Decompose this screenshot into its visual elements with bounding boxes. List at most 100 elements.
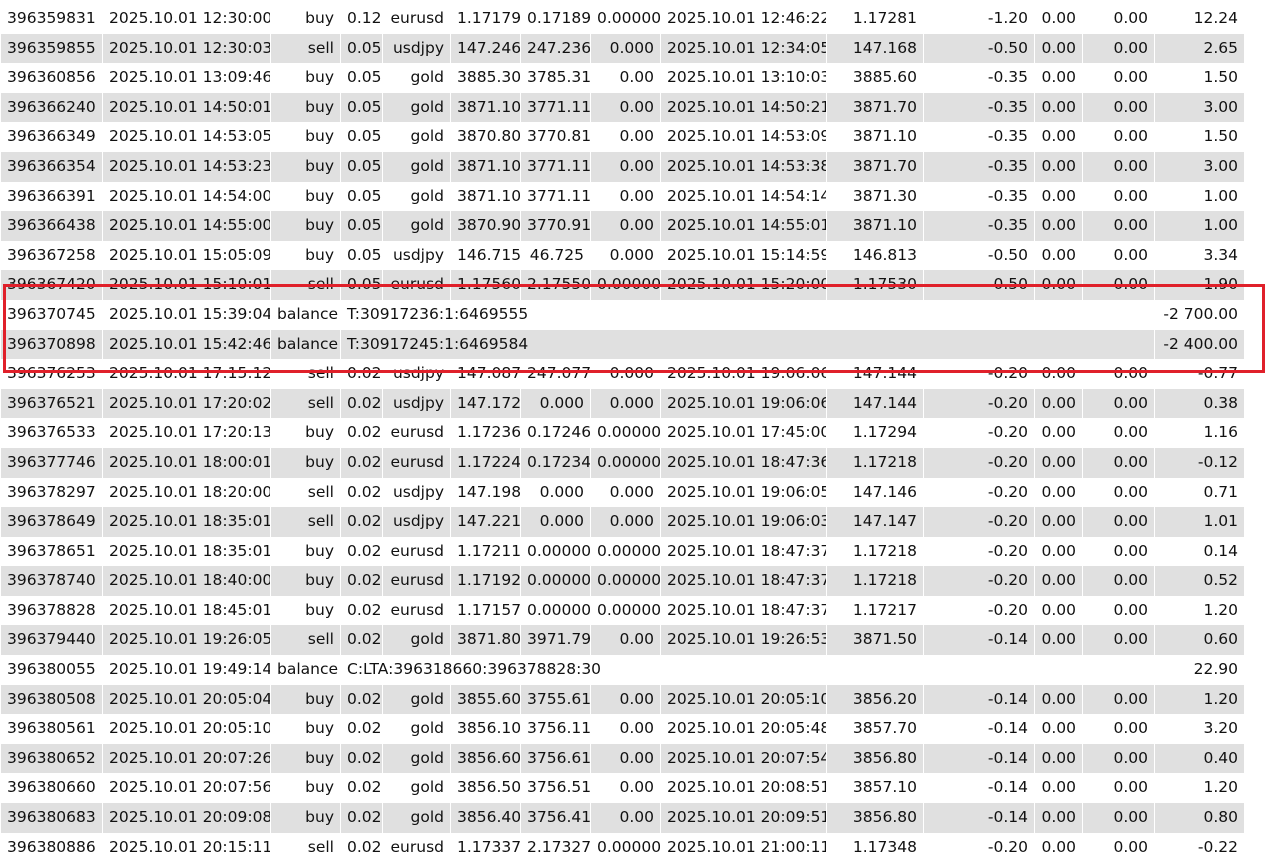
- trade-row[interactable]: 396378740 2025.10.01 18:40:00 buy 0.02 eurus…: [0, 566, 1244, 596]
- commission-cell: -0.35: [923, 151, 1034, 182]
- swap-cell: 0.00: [1082, 595, 1154, 626]
- swap-cell: 0.00: [1082, 270, 1154, 300]
- trade-row[interactable]: 396380561 2025.10.01 20:05:10 buy 0.02 gold 3…: [0, 714, 1244, 744]
- taxes-cell: 0.00: [1034, 803, 1082, 833]
- balance-row[interactable]: 396370745 2025.10.01 15:39:04 balance T:309…: [0, 299, 1244, 330]
- swap-cell: 0.00: [1082, 181, 1154, 212]
- trade-row[interactable]: 396366349 2025.10.01 14:53:05 buy 0.05 gold 3…: [0, 122, 1244, 152]
- volume-cell: 0.02: [340, 773, 382, 804]
- profit-cell: 0.14: [1154, 536, 1244, 567]
- symbol-cell: gold: [382, 151, 450, 182]
- close-price-cell: 1.17294: [826, 418, 923, 448]
- close-time-cell: 2025.10.01 20:08:51: [660, 773, 826, 804]
- open-time-cell: 2025.10.01 18:40:00: [102, 566, 270, 596]
- price-cell: 1.17337: [450, 832, 520, 862]
- open-time-cell: 2025.10.01 19:49:14: [102, 655, 270, 685]
- profit-cell: 12.24: [1154, 4, 1244, 34]
- type-cell: buy: [270, 211, 340, 241]
- price-cell: 1.17211: [450, 536, 520, 567]
- price-cell: 3871.10: [450, 151, 520, 182]
- trade-row[interactable]: 396367420 2025.10.01 15:10:01 sell 0.05 euru…: [0, 270, 1244, 300]
- ticket-cell: 396359855: [0, 33, 102, 64]
- trade-history-panel[interactable]: 396359831 2025.10.01 12:30:00 buy 0.12 eurus…: [0, 4, 1279, 862]
- open-time-cell: 2025.10.01 17:15:12: [102, 359, 270, 389]
- ticket-cell: 396376521: [0, 388, 102, 419]
- trade-row[interactable]: 396380652 2025.10.01 20:07:26 buy 0.02 gold 3…: [0, 743, 1244, 774]
- trade-row[interactable]: 396366354 2025.10.01 14:53:23 buy 0.05 gold 3…: [0, 151, 1244, 182]
- trade-row[interactable]: 396378651 2025.10.01 18:35:01 buy 0.02 eurus…: [0, 536, 1244, 567]
- tp-cell: 0.00: [590, 803, 660, 833]
- trade-row[interactable]: 396359831 2025.10.01 12:30:00 buy 0.12 eurus…: [0, 4, 1244, 34]
- swap-cell: 0.00: [1082, 359, 1154, 389]
- sl-cell: 2.17550: [520, 270, 590, 300]
- open-time-cell: 2025.10.01 12:30:03: [102, 33, 270, 64]
- trade-row[interactable]: 396360856 2025.10.01 13:09:46 buy 0.05 gold 3…: [0, 63, 1244, 93]
- tp-cell: 0.00000: [590, 832, 660, 862]
- tp-cell: 0.000: [590, 507, 660, 537]
- swap-cell: 0.00: [1082, 773, 1154, 804]
- commission-cell: -0.35: [923, 211, 1034, 241]
- trade-row[interactable]: 396376533 2025.10.01 17:20:13 buy 0.02 eurus…: [0, 418, 1244, 448]
- trade-row[interactable]: 396379440 2025.10.01 19:26:05 sell 0.02 gold…: [0, 625, 1244, 656]
- trade-row[interactable]: 396378297 2025.10.01 18:20:00 sell 0.02 usdj…: [0, 477, 1244, 508]
- profit-cell: 3.00: [1154, 92, 1244, 123]
- close-price-cell: 3871.10: [826, 211, 923, 241]
- trade-row[interactable]: 396366391 2025.10.01 14:54:00 buy 0.05 gold 3…: [0, 181, 1244, 212]
- type-cell: balance: [270, 329, 340, 360]
- profit-cell: 1.00: [1154, 181, 1244, 212]
- close-time-cell: 2025.10.01 18:47:37: [660, 536, 826, 567]
- symbol-cell: gold: [382, 684, 450, 715]
- trade-row[interactable]: 396376253 2025.10.01 17:15:12 sell 0.02 usdj…: [0, 359, 1244, 389]
- trade-row[interactable]: 396378649 2025.10.01 18:35:01 sell 0.02 usdj…: [0, 507, 1244, 537]
- swap-cell: 0.00: [1082, 507, 1154, 537]
- symbol-cell: usdjpy: [382, 507, 450, 537]
- close-price-cell: 3857.10: [826, 773, 923, 804]
- trade-row[interactable]: 396359855 2025.10.01 12:30:03 sell 0.05 usdj…: [0, 33, 1244, 64]
- close-time-cell: 2025.10.01 20:07:54: [660, 743, 826, 774]
- balance-row[interactable]: 396370898 2025.10.01 15:42:46 balance T:309…: [0, 329, 1244, 360]
- trade-row[interactable]: 396376521 2025.10.01 17:20:02 sell 0.02 usdj…: [0, 388, 1244, 419]
- close-price-cell: 3871.10: [826, 122, 923, 152]
- symbol-cell: eurusd: [382, 270, 450, 300]
- type-cell: buy: [270, 240, 340, 271]
- open-time-cell: 2025.10.01 12:30:00: [102, 4, 270, 34]
- price-cell: 147.198: [450, 477, 520, 508]
- commission-cell: -0.20: [923, 595, 1034, 626]
- trade-row[interactable]: 396380886 2025.10.01 20:15:11 sell 0.02 euru…: [0, 832, 1244, 862]
- trade-row[interactable]: 396380683 2025.10.01 20:09:08 buy 0.02 gold 3…: [0, 803, 1244, 833]
- profit-cell: 1.20: [1154, 684, 1244, 715]
- type-cell: buy: [270, 803, 340, 833]
- trade-row[interactable]: 396378828 2025.10.01 18:45:01 buy 0.02 eurus…: [0, 595, 1244, 626]
- open-time-cell: 2025.10.01 20:07:26: [102, 743, 270, 774]
- trade-row[interactable]: 396367258 2025.10.01 15:05:09 buy 0.05 usdjp…: [0, 240, 1244, 271]
- trade-row[interactable]: 396366438 2025.10.01 14:55:00 buy 0.05 gold 3…: [0, 211, 1244, 241]
- close-time-cell: 2025.10.01 20:09:51: [660, 803, 826, 833]
- profit-cell: -2 700.00: [1154, 299, 1244, 330]
- type-cell: buy: [270, 447, 340, 478]
- comment-cell: T:30917245:1:6469584: [340, 329, 1154, 360]
- ticket-cell: 396377746: [0, 447, 102, 478]
- symbol-cell: eurusd: [382, 566, 450, 596]
- balance-row[interactable]: 396380055 2025.10.01 19:49:14 balance C:LTA…: [0, 655, 1244, 685]
- symbol-cell: gold: [382, 63, 450, 93]
- close-price-cell: 3885.60: [826, 63, 923, 93]
- open-time-cell: 2025.10.01 14:53:05: [102, 122, 270, 152]
- trade-row[interactable]: 396380660 2025.10.01 20:07:56 buy 0.02 gold 3…: [0, 773, 1244, 804]
- symbol-cell: usdjpy: [382, 33, 450, 64]
- tp-cell: 0.00000: [590, 418, 660, 448]
- volume-cell: 0.05: [340, 181, 382, 212]
- trade-row[interactable]: 396377746 2025.10.01 18:00:01 buy 0.02 eurus…: [0, 447, 1244, 478]
- swap-cell: 0.00: [1082, 743, 1154, 774]
- taxes-cell: 0.00: [1034, 714, 1082, 744]
- sl-cell: 247.236: [520, 33, 590, 64]
- ticket-cell: 396380055: [0, 655, 102, 685]
- symbol-cell: eurusd: [382, 4, 450, 34]
- price-cell: 3871.10: [450, 181, 520, 212]
- commission-cell: -0.14: [923, 714, 1034, 744]
- trade-row[interactable]: 396380508 2025.10.01 20:05:04 buy 0.02 gold 3…: [0, 684, 1244, 715]
- close-price-cell: 147.147: [826, 507, 923, 537]
- ticket-cell: 396380683: [0, 803, 102, 833]
- profit-cell: 0.80: [1154, 803, 1244, 833]
- symbol-cell: gold: [382, 211, 450, 241]
- trade-row[interactable]: 396366240 2025.10.01 14:50:01 buy 0.05 gold 3…: [0, 92, 1244, 123]
